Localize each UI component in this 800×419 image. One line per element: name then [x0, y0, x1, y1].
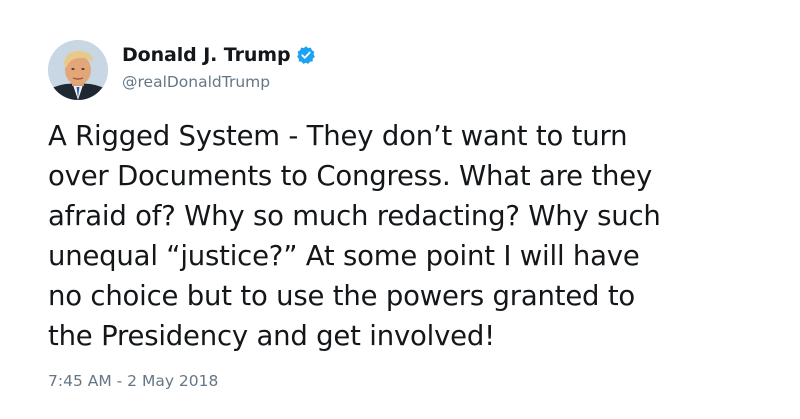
author-handle[interactable]: @realDonaldTrump [122, 73, 316, 91]
author-avatar[interactable] [48, 40, 108, 100]
author-display-name[interactable]: Donald J. Trump [122, 44, 291, 66]
tweet-card: Donald J. Trump @realDonaldTrump A Rigge… [0, 0, 800, 419]
avatar-image [48, 40, 108, 100]
tweet-timestamp[interactable]: 7:45 AM - 2 May 2018 [48, 372, 218, 390]
tweet-header: Donald J. Trump @realDonaldTrump [122, 42, 316, 91]
name-row: Donald J. Trump [122, 42, 316, 68]
tweet-text: A Rigged System - They don’t want to tur… [48, 120, 661, 352]
verified-badge-icon [296, 45, 316, 65]
